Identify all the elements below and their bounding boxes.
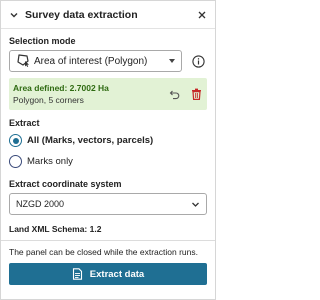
radio-option-all[interactable]: All (Marks, vectors, parcels) (9, 132, 207, 149)
trash-icon[interactable] (189, 87, 203, 101)
extract-data-button[interactable]: Extract data (9, 263, 207, 285)
undo-icon[interactable] (167, 87, 181, 101)
panel-note: The panel can be closed while the extrac… (9, 247, 199, 257)
extract-data-label: Extract data (89, 268, 145, 280)
area-defined-text: Area defined: 2.7002 Ha (13, 83, 109, 93)
selection-mode-select[interactable]: Area of interest (Polygon) (9, 50, 182, 72)
divider (1, 240, 215, 241)
info-icon[interactable] (191, 54, 205, 68)
chevron-down-icon[interactable] (7, 8, 21, 22)
polygon-select-icon (16, 53, 30, 69)
selection-mode-label: Selection mode (9, 36, 76, 46)
extract-label: Extract (9, 118, 40, 128)
document-extract-icon (72, 268, 84, 280)
radio-button[interactable] (9, 134, 22, 147)
selection-mode-value: Area of interest (Polygon) (34, 55, 148, 67)
coordinate-system-select[interactable]: NZGD 2000 (9, 193, 207, 215)
radio-option-label: Marks only (27, 156, 73, 167)
radio-option-label: All (Marks, vectors, parcels) (27, 135, 154, 146)
caret-down-icon (169, 59, 175, 63)
extraction-panel: Survey data extraction Selection mode Ar… (0, 0, 216, 300)
area-defined-box: Area defined: 2.7002 Ha Polygon, 5 corne… (9, 78, 207, 110)
coordinate-system-label: Extract coordinate system (9, 179, 122, 189)
panel-title: Survey data extraction (25, 8, 138, 21)
coordinate-system-value: NZGD 2000 (16, 199, 65, 209)
schema-text: Land XML Schema: 1.2 (9, 224, 102, 234)
panel-header: Survey data extraction (1, 1, 215, 29)
close-icon[interactable] (195, 8, 209, 22)
radio-option-marks-only[interactable]: Marks only (9, 153, 207, 170)
radio-button[interactable] (9, 155, 22, 168)
area-detail-text: Polygon, 5 corners (13, 95, 84, 105)
chevron-down-icon (190, 199, 200, 209)
